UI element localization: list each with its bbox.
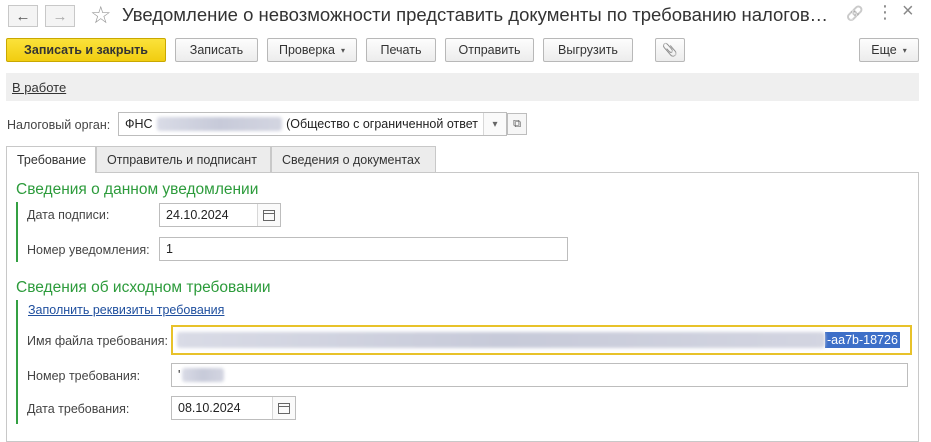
check-dropdown-button[interactable]: Проверка ▾ (267, 38, 357, 62)
save-button[interactable]: Записать (175, 38, 258, 62)
chevron-down-icon: ▾ (902, 45, 907, 55)
print-button[interactable]: Печать (366, 38, 436, 62)
chevron-down-icon: ▾ (340, 45, 345, 55)
calendar-button[interactable] (257, 204, 280, 226)
status-band (6, 73, 919, 101)
request-date-label: Дата требования: (27, 402, 130, 416)
request-date-value: 08.10.2024 (178, 401, 241, 415)
send-button[interactable]: Отправить (445, 38, 534, 62)
redacted-block (177, 332, 825, 348)
section-title-request: Сведения об исходном требовании (16, 279, 271, 296)
chevron-down-icon[interactable]: ▾ (483, 113, 506, 135)
tab-documents[interactable]: Сведения о документах (271, 146, 436, 172)
more-vertical-icon[interactable]: ⋮ (876, 2, 894, 23)
tab-sender-signer[interactable]: Отправитель и подписант (96, 146, 271, 172)
file-name-visible-tail: -aa7b-18726 (825, 332, 900, 348)
redacted-block (182, 368, 225, 382)
section-bar (16, 300, 18, 424)
tax-authority-field[interactable]: ФНС (Общество с ограниченной ответ ▾ (118, 112, 507, 136)
attach-button[interactable]: 📎 (655, 38, 685, 62)
section-bar (16, 202, 18, 262)
open-icon[interactable]: ⧉ (507, 113, 527, 135)
close-icon[interactable]: × (902, 0, 914, 23)
file-name-label: Имя файла требования: (27, 334, 168, 348)
fill-request-link[interactable]: Заполнить реквизиты требования (28, 303, 224, 317)
paperclip-icon: 📎 (662, 42, 678, 57)
notification-number-label: Номер уведомления: (27, 243, 150, 257)
calendar-icon (263, 209, 275, 221)
tax-authority-value-suffix: (Общество с ограниченной ответ (286, 117, 478, 131)
tax-authority-value-prefix: ФНС (125, 117, 153, 131)
notification-number-value: 1 (166, 242, 173, 256)
sign-date-field[interactable]: 24.10.2024 (159, 203, 281, 227)
redacted-block (156, 117, 283, 131)
calendar-button[interactable] (272, 397, 295, 419)
more-button[interactable]: Еще ▾ (859, 38, 919, 62)
status-link[interactable]: В работе (12, 80, 66, 95)
forward-button[interactable]: → (45, 5, 75, 27)
window-title: Уведомление о невозможности представить … (122, 4, 834, 25)
sign-date-value: 24.10.2024 (166, 208, 229, 222)
export-button[interactable]: Выгрузить (543, 38, 633, 62)
request-number-field[interactable]: ' (171, 363, 908, 387)
request-number-value: ' (178, 368, 181, 382)
calendar-icon (278, 402, 290, 414)
back-button[interactable]: ← (8, 5, 38, 27)
save-and-close-button[interactable]: Записать и закрыть (6, 38, 166, 62)
request-number-label: Номер требования: (27, 369, 141, 383)
notification-number-field[interactable]: 1 (159, 237, 568, 261)
sign-date-label: Дата подписи: (27, 208, 110, 222)
star-icon[interactable]: ☆ (90, 1, 112, 30)
link-icon[interactable]: 🔗 (846, 5, 863, 22)
tab-request[interactable]: Требование (6, 146, 96, 173)
tax-authority-label: Налоговый орган: (7, 118, 111, 132)
arrow-left-icon: ← (15, 7, 31, 25)
check-button-label: Проверка (278, 43, 335, 57)
more-button-label: Еще (871, 43, 897, 57)
section-title-notification: Сведения о данном уведомлении (16, 181, 259, 198)
request-date-field[interactable]: 08.10.2024 (171, 396, 296, 420)
file-name-field[interactable]: -aa7b-18726 (171, 325, 912, 355)
arrow-right-icon: → (52, 7, 68, 25)
